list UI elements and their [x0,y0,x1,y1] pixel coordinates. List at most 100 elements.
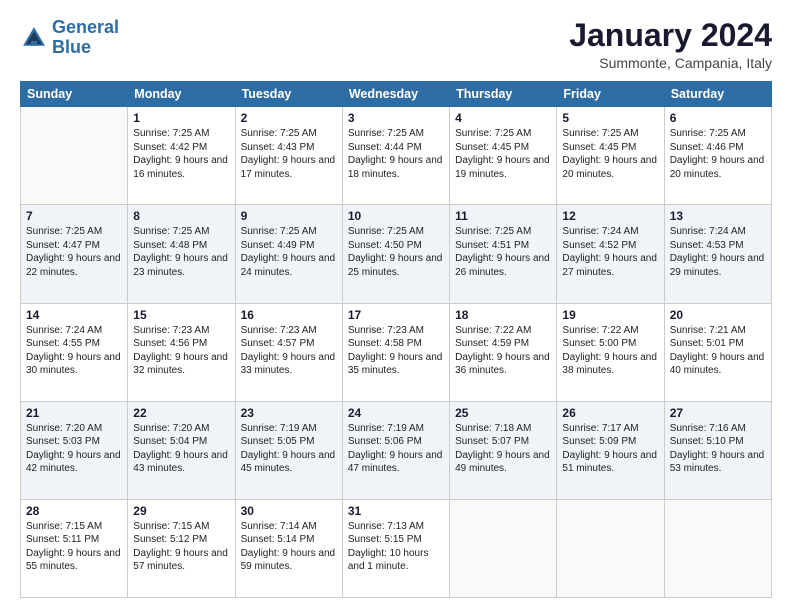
daylight-text: Daylight: 9 hours and 49 minutes. [455,450,550,475]
sunrise-text: Sunrise: 7:21 AM [670,325,746,336]
table-row: 12 Sunrise: 7:24 AM Sunset: 4:52 PM Dayl… [557,205,664,303]
day-number: 2 [241,111,337,125]
table-row: 10 Sunrise: 7:25 AM Sunset: 4:50 PM Dayl… [342,205,449,303]
sunrise-text: Sunrise: 7:17 AM [562,423,638,434]
daylight-text: Daylight: 9 hours and 16 minutes. [133,155,228,180]
sunrise-text: Sunrise: 7:25 AM [455,226,531,237]
header: General Blue January 2024 Summonte, Camp… [20,18,772,71]
table-row: 5 Sunrise: 7:25 AM Sunset: 4:45 PM Dayli… [557,107,664,205]
calendar-week-row: 28 Sunrise: 7:15 AM Sunset: 5:11 PM Dayl… [21,499,772,597]
day-number: 14 [26,308,122,322]
sunrise-text: Sunrise: 7:22 AM [455,325,531,336]
daylight-text: Daylight: 9 hours and 40 minutes. [670,352,765,377]
day-number: 29 [133,504,229,518]
sunrise-text: Sunrise: 7:19 AM [348,423,424,434]
col-friday: Friday [557,82,664,107]
day-info: Sunrise: 7:19 AM Sunset: 5:05 PM Dayligh… [241,422,337,476]
day-info: Sunrise: 7:16 AM Sunset: 5:10 PM Dayligh… [670,422,766,476]
logo-blue: Blue [52,37,91,57]
day-info: Sunrise: 7:24 AM Sunset: 4:55 PM Dayligh… [26,324,122,378]
sunrise-text: Sunrise: 7:25 AM [562,128,638,139]
sunrise-text: Sunrise: 7:19 AM [241,423,317,434]
daylight-text: Daylight: 9 hours and 25 minutes. [348,253,443,278]
sunset-text: Sunset: 4:55 PM [26,338,100,349]
table-row: 31 Sunrise: 7:13 AM Sunset: 5:15 PM Dayl… [342,499,449,597]
sunset-text: Sunset: 5:05 PM [241,436,315,447]
table-row: 23 Sunrise: 7:19 AM Sunset: 5:05 PM Dayl… [235,401,342,499]
sunset-text: Sunset: 5:15 PM [348,534,422,545]
daylight-text: Daylight: 9 hours and 57 minutes. [133,548,228,573]
day-number: 19 [562,308,658,322]
sunrise-text: Sunrise: 7:16 AM [670,423,746,434]
sunset-text: Sunset: 5:01 PM [670,338,744,349]
sunset-text: Sunset: 4:52 PM [562,240,636,251]
day-number: 31 [348,504,444,518]
table-row: 8 Sunrise: 7:25 AM Sunset: 4:48 PM Dayli… [128,205,235,303]
col-thursday: Thursday [450,82,557,107]
day-info: Sunrise: 7:22 AM Sunset: 4:59 PM Dayligh… [455,324,551,378]
calendar-table: Sunday Monday Tuesday Wednesday Thursday… [20,81,772,598]
day-number: 18 [455,308,551,322]
sunrise-text: Sunrise: 7:20 AM [26,423,102,434]
logo-general: General [52,17,119,37]
col-saturday: Saturday [664,82,771,107]
sunrise-text: Sunrise: 7:24 AM [562,226,638,237]
day-info: Sunrise: 7:18 AM Sunset: 5:07 PM Dayligh… [455,422,551,476]
day-info: Sunrise: 7:25 AM Sunset: 4:44 PM Dayligh… [348,127,444,181]
table-row: 6 Sunrise: 7:25 AM Sunset: 4:46 PM Dayli… [664,107,771,205]
table-row: 11 Sunrise: 7:25 AM Sunset: 4:51 PM Dayl… [450,205,557,303]
sunrise-text: Sunrise: 7:25 AM [348,226,424,237]
day-number: 1 [133,111,229,125]
col-monday: Monday [128,82,235,107]
day-info: Sunrise: 7:25 AM Sunset: 4:45 PM Dayligh… [455,127,551,181]
daylight-text: Daylight: 9 hours and 53 minutes. [670,450,765,475]
sunset-text: Sunset: 5:04 PM [133,436,207,447]
sunset-text: Sunset: 4:47 PM [26,240,100,251]
sunset-text: Sunset: 5:14 PM [241,534,315,545]
day-number: 7 [26,209,122,223]
sunset-text: Sunset: 5:09 PM [562,436,636,447]
day-info: Sunrise: 7:19 AM Sunset: 5:06 PM Dayligh… [348,422,444,476]
day-number: 25 [455,406,551,420]
sunrise-text: Sunrise: 7:18 AM [455,423,531,434]
sunrise-text: Sunrise: 7:25 AM [133,128,209,139]
table-row: 18 Sunrise: 7:22 AM Sunset: 4:59 PM Dayl… [450,303,557,401]
table-row: 13 Sunrise: 7:24 AM Sunset: 4:53 PM Dayl… [664,205,771,303]
sunrise-text: Sunrise: 7:24 AM [26,325,102,336]
table-row: 24 Sunrise: 7:19 AM Sunset: 5:06 PM Dayl… [342,401,449,499]
day-number: 9 [241,209,337,223]
daylight-text: Daylight: 9 hours and 30 minutes. [26,352,121,377]
day-info: Sunrise: 7:21 AM Sunset: 5:01 PM Dayligh… [670,324,766,378]
sunrise-text: Sunrise: 7:25 AM [241,128,317,139]
sunset-text: Sunset: 5:11 PM [26,534,99,545]
table-row: 2 Sunrise: 7:25 AM Sunset: 4:43 PM Dayli… [235,107,342,205]
day-info: Sunrise: 7:24 AM Sunset: 4:52 PM Dayligh… [562,225,658,279]
sunset-text: Sunset: 4:56 PM [133,338,207,349]
sunset-text: Sunset: 4:45 PM [562,142,636,153]
sunset-text: Sunset: 4:44 PM [348,142,422,153]
sunset-text: Sunset: 4:50 PM [348,240,422,251]
sunset-text: Sunset: 4:59 PM [455,338,529,349]
day-number: 5 [562,111,658,125]
location: Summonte, Campania, Italy [569,55,772,71]
calendar-week-row: 14 Sunrise: 7:24 AM Sunset: 4:55 PM Dayl… [21,303,772,401]
title-block: January 2024 Summonte, Campania, Italy [569,18,772,71]
daylight-text: Daylight: 9 hours and 47 minutes. [348,450,443,475]
day-number: 24 [348,406,444,420]
daylight-text: Daylight: 9 hours and 20 minutes. [562,155,657,180]
daylight-text: Daylight: 9 hours and 26 minutes. [455,253,550,278]
sunrise-text: Sunrise: 7:15 AM [133,521,209,532]
table-row: 3 Sunrise: 7:25 AM Sunset: 4:44 PM Dayli… [342,107,449,205]
table-row: 28 Sunrise: 7:15 AM Sunset: 5:11 PM Dayl… [21,499,128,597]
sunrise-text: Sunrise: 7:25 AM [348,128,424,139]
daylight-text: Daylight: 9 hours and 59 minutes. [241,548,336,573]
day-number: 3 [348,111,444,125]
sunset-text: Sunset: 5:10 PM [670,436,744,447]
sunrise-text: Sunrise: 7:23 AM [241,325,317,336]
day-number: 26 [562,406,658,420]
table-row: 4 Sunrise: 7:25 AM Sunset: 4:45 PM Dayli… [450,107,557,205]
sunset-text: Sunset: 5:00 PM [562,338,636,349]
table-row: 20 Sunrise: 7:21 AM Sunset: 5:01 PM Dayl… [664,303,771,401]
col-sunday: Sunday [21,82,128,107]
day-info: Sunrise: 7:23 AM Sunset: 4:58 PM Dayligh… [348,324,444,378]
